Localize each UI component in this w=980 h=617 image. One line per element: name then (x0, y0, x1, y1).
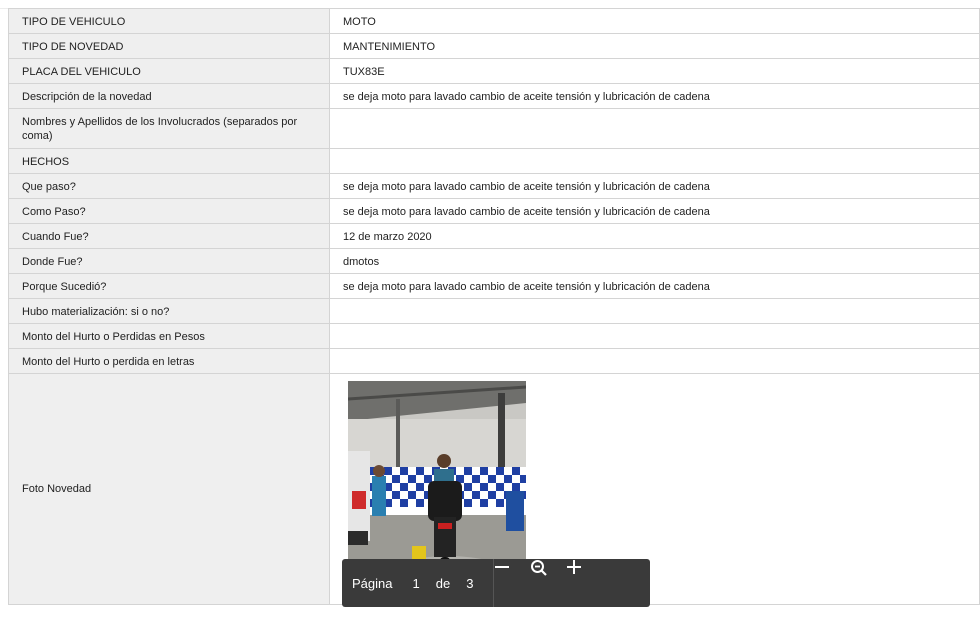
row-label: HECHOS (8, 148, 330, 174)
zoom-in-button[interactable] (566, 559, 602, 607)
row-value: se deja moto para lavado cambio de aceit… (329, 198, 980, 224)
page-of-label: de (435, 575, 451, 591)
novedad-details-table: TIPO DE VEHICULO MOTO TIPO DE NOVEDAD MA… (8, 8, 980, 605)
current-page-number[interactable]: 1 (412, 576, 419, 591)
row-value (329, 298, 980, 324)
row-label: Donde Fue? (8, 248, 330, 274)
row-label: Cuando Fue? (8, 223, 330, 249)
row-label: Nombres y Apellidos de los Involucrados … (8, 108, 330, 149)
row-value: se deja moto para lavado cambio de aceit… (329, 83, 980, 109)
row-value: TUX83E (329, 58, 980, 84)
table-row: Monto del Hurto o perdida en letras (8, 348, 980, 374)
row-value (329, 348, 980, 374)
row-label: TIPO DE NOVEDAD (8, 33, 330, 59)
table-row: Que paso? se deja moto para lavado cambi… (8, 173, 980, 199)
row-value: MANTENIMIENTO (329, 33, 980, 59)
row-label: Monto del Hurto o Perdidas en Pesos (8, 323, 330, 349)
row-value (329, 148, 980, 174)
table-row: Nombres y Apellidos de los Involucrados … (8, 108, 980, 149)
table-row: Cuando Fue? 12 de marzo 2020 (8, 223, 980, 249)
row-value (329, 108, 980, 149)
table-row: Hubo materialización: si o no? (8, 298, 980, 324)
row-value (329, 323, 980, 349)
table-row: Donde Fue? dmotos (8, 248, 980, 274)
row-label: Descripción de la novedad (8, 83, 330, 109)
total-pages: 3 (466, 575, 474, 591)
table-row: TIPO DE NOVEDAD MANTENIMIENTO (8, 33, 980, 59)
row-label: Hubo materialización: si o no? (8, 298, 330, 324)
page-label: Página (352, 575, 393, 591)
row-value: se deja moto para lavado cambio de aceit… (329, 173, 980, 199)
row-label: PLACA DEL VEHICULO (8, 58, 330, 84)
table-row: Como Paso? se deja moto para lavado camb… (8, 198, 980, 224)
row-label: Foto Novedad (8, 373, 330, 605)
table-row: Descripción de la novedad se deja moto p… (8, 83, 980, 109)
table-row: PLACA DEL VEHICULO TUX83E (8, 58, 980, 84)
row-label: Porque Sucedió? (8, 273, 330, 299)
row-label: Que paso? (8, 173, 330, 199)
row-label: Como Paso? (8, 198, 330, 224)
row-value: MOTO (329, 8, 980, 34)
row-label: TIPO DE VEHICULO (8, 8, 330, 34)
zoom-decrease-button[interactable] (494, 559, 530, 607)
row-value: se deja moto para lavado cambio de aceit… (329, 273, 980, 299)
table-row: Monto del Hurto o Perdidas en Pesos (8, 323, 980, 349)
minus-icon (495, 566, 510, 568)
table-row: Porque Sucedió? se deja moto para lavado… (8, 273, 980, 299)
zoom-out-icon (531, 560, 548, 576)
table-row: TIPO DE VEHICULO MOTO (8, 8, 980, 34)
row-label: Monto del Hurto o perdida en letras (8, 348, 330, 374)
pdf-page-toolbar: Página 1 de 3 (342, 559, 650, 607)
row-value: 12 de marzo 2020 (329, 223, 980, 249)
plus-icon (567, 560, 582, 574)
table-row: HECHOS (8, 148, 980, 174)
zoom-out-button[interactable] (530, 559, 566, 607)
row-value: dmotos (329, 248, 980, 274)
